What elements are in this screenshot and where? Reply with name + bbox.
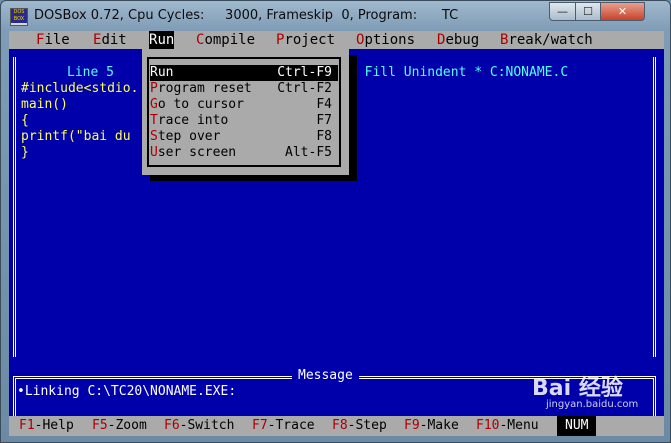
maximize-button[interactable]: ☐ bbox=[575, 2, 601, 21]
window-title: DOSBox 0.72, Cpu Cycles: 3000, Frameskip… bbox=[34, 8, 459, 23]
go-to-cursor-shortcut: F4 bbox=[316, 97, 332, 112]
program-reset-shortcut: Ctrl-F2 bbox=[277, 81, 332, 96]
editor-mode-status: b Fill Unindent * C:NONAME.C bbox=[349, 65, 569, 80]
run-menu-item-go-to-cursor[interactable]: Go to cursor F4 bbox=[150, 97, 338, 113]
run-menu-item-user-screen[interactable]: User screen Alt-F5 bbox=[150, 145, 338, 161]
run-item-label: un bbox=[157, 65, 174, 80]
fkey-help-label: -Help bbox=[34, 418, 74, 433]
num-lock-indicator: NUM bbox=[557, 416, 597, 436]
fkey-step[interactable]: F8-Step bbox=[332, 416, 387, 436]
minimize-button[interactable]: — bbox=[549, 2, 576, 21]
run-menu-item-run[interactable]: Run Ctrl-F9 bbox=[150, 65, 338, 81]
menu-options[interactable]: Options bbox=[356, 31, 415, 49]
menu-debug[interactable]: Debug bbox=[437, 31, 479, 49]
menu-project[interactable]: Project bbox=[276, 31, 335, 49]
title-bar[interactable]: DOS BOX DOSBox 0.72, Cpu Cycles: 3000, F… bbox=[1, 1, 670, 31]
run-menu-item-step-over[interactable]: Step over F8 bbox=[150, 129, 338, 145]
fkey-menu-label: -Menu bbox=[499, 418, 539, 433]
dosbox-window: DOS BOX DOSBox 0.72, Cpu Cycles: 3000, F… bbox=[0, 0, 671, 443]
fkey-help-key: F1 bbox=[19, 418, 35, 433]
fkey-trace-key: F7 bbox=[252, 418, 268, 433]
code-line-2[interactable]: main() bbox=[21, 97, 68, 113]
trace-into-shortcut: F7 bbox=[316, 113, 332, 128]
menu-run-label: un bbox=[157, 32, 175, 48]
fkey-trace[interactable]: F7-Trace bbox=[252, 416, 315, 436]
trace-into-label: race into bbox=[157, 113, 229, 128]
step-over-label: tep over bbox=[157, 129, 221, 144]
fkey-menu-key: F10 bbox=[476, 418, 500, 433]
program-reset-label: rogram reset bbox=[157, 81, 252, 96]
step-over-shortcut: F8 bbox=[316, 129, 332, 144]
code-line-4[interactable]: printf("bai du bbox=[21, 129, 131, 145]
menu-break-watch[interactable]: Break/watch bbox=[500, 31, 593, 49]
message-text: •Linking C:\TC20\NONAME.EXE: bbox=[17, 384, 237, 399]
fkey-make-label: -Make bbox=[419, 418, 459, 433]
fkey-help[interactable]: F1-Help bbox=[19, 416, 74, 436]
fkey-switch-key: F6 bbox=[164, 418, 180, 433]
fkey-make[interactable]: F9-Make bbox=[404, 416, 459, 436]
code-line-1[interactable]: #include<stdio. bbox=[21, 81, 138, 97]
close-button[interactable]: ✕ bbox=[600, 2, 645, 21]
app-icon-text-top: DOS bbox=[11, 9, 27, 16]
run-menu-item-program-reset[interactable]: Program reset Ctrl-F2 bbox=[150, 81, 338, 97]
menu-run[interactable]: Run bbox=[149, 31, 175, 49]
fkey-switch-label: -Switch bbox=[179, 418, 235, 433]
dos-screen[interactable]: File Edit Run Compile Project Options De… bbox=[9, 31, 664, 436]
function-key-bar: F1-Help F5-Zoom F6-Switch F7-Trace F8-St… bbox=[9, 416, 664, 436]
menu-file-label: ile bbox=[44, 32, 70, 48]
fkey-zoom-key: F5 bbox=[92, 418, 108, 433]
fkey-make-key: F9 bbox=[404, 418, 420, 433]
code-line-5[interactable]: } bbox=[21, 145, 29, 161]
menu-compile[interactable]: Compile bbox=[196, 31, 255, 49]
fkey-step-label: -Step bbox=[347, 418, 387, 433]
go-to-cursor-label: o to cursor bbox=[157, 97, 244, 112]
editor-line-indicator: Line 5 bbox=[67, 65, 114, 80]
user-screen-hotkey: U bbox=[150, 145, 158, 160]
fkey-zoom-label: -Zoom bbox=[107, 418, 147, 433]
step-over-hotkey: S bbox=[150, 129, 158, 144]
fkey-menu[interactable]: F10-Menu bbox=[476, 416, 539, 436]
fkey-trace-label: -Trace bbox=[267, 418, 315, 433]
menu-options-label: ptions bbox=[364, 32, 416, 48]
menu-project-label: roject bbox=[284, 32, 336, 48]
trace-into-hotkey: T bbox=[150, 113, 158, 128]
fkey-switch[interactable]: F6-Switch bbox=[164, 416, 234, 436]
menu-compile-label: ompile bbox=[204, 32, 256, 48]
fkey-step-key: F8 bbox=[332, 418, 348, 433]
fkey-zoom[interactable]: F5-Zoom bbox=[92, 416, 147, 436]
code-line-3[interactable]: { bbox=[21, 113, 29, 129]
run-menu-item-trace-into[interactable]: Trace into F7 bbox=[150, 113, 338, 129]
run-item-hotkey: R bbox=[150, 65, 158, 80]
menu-bar: File Edit Run Compile Project Options De… bbox=[9, 31, 664, 49]
menu-debug-label: ebug bbox=[445, 32, 480, 48]
user-screen-shortcut: Alt-F5 bbox=[285, 145, 332, 160]
run-dropdown-menu: Run Ctrl-F9 Program reset Ctrl-F2 Go to cu… bbox=[142, 49, 349, 175]
user-screen-label: ser screen bbox=[157, 145, 237, 160]
program-reset-hotkey: P bbox=[150, 81, 158, 96]
menu-file[interactable]: File bbox=[36, 31, 70, 49]
message-panel-title: Message bbox=[292, 368, 359, 384]
menu-edit-label: dit bbox=[101, 32, 127, 48]
dosbox-app-icon[interactable]: DOS BOX bbox=[10, 8, 28, 26]
go-to-cursor-hotkey: G bbox=[150, 97, 158, 112]
menu-break-watch-label: reak/watch bbox=[508, 32, 593, 48]
app-icon-text-bottom: BOX bbox=[11, 16, 27, 23]
run-item-shortcut: Ctrl-F9 bbox=[277, 65, 332, 80]
menu-edit[interactable]: Edit bbox=[93, 31, 127, 49]
